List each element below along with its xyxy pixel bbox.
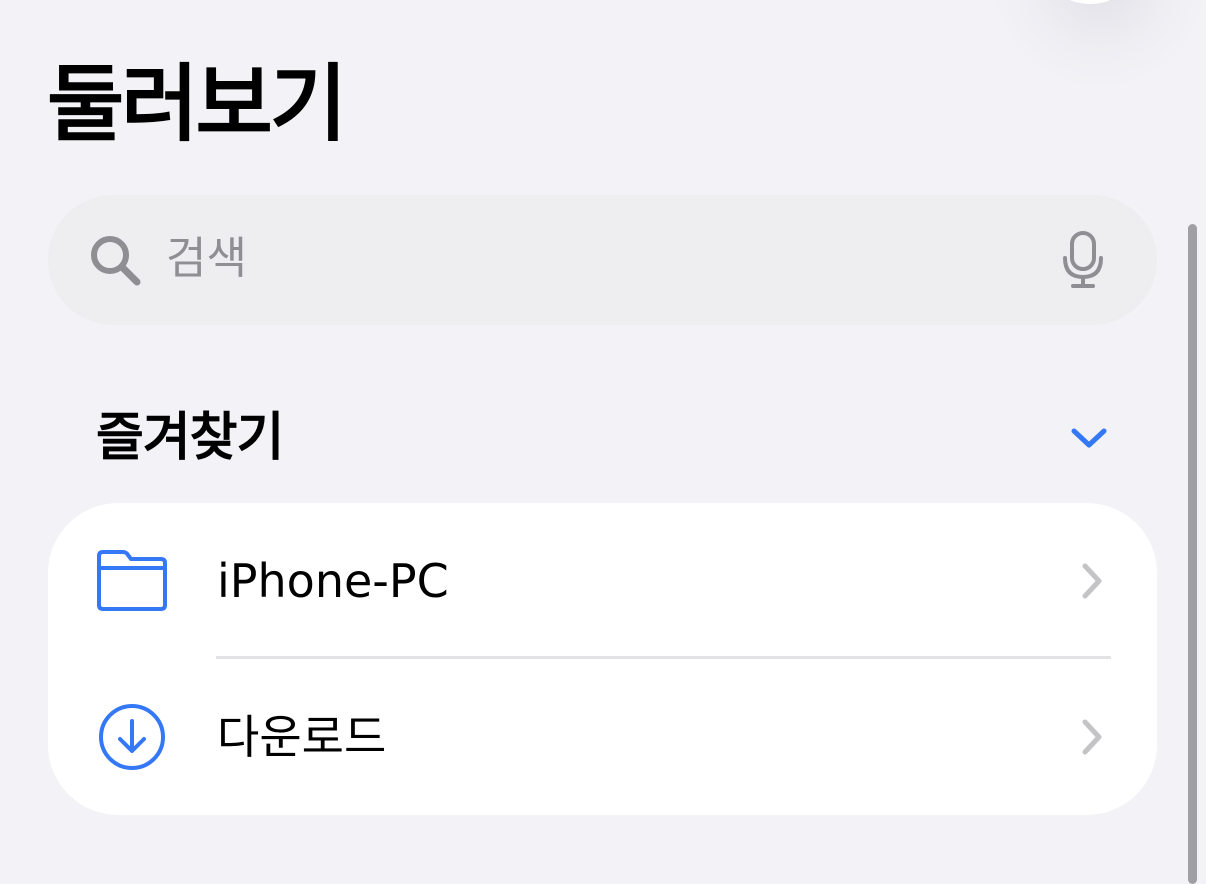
- folder-icon: [97, 550, 167, 611]
- chevron-right-icon: [1082, 563, 1102, 599]
- favorites-section-title: 즐겨찾기: [96, 408, 284, 468]
- vertical-scrollbar[interactable]: [1188, 224, 1197, 884]
- favorites-list: iPhone-PC 다운로드: [48, 503, 1157, 815]
- chevron-down-icon[interactable]: [1070, 426, 1108, 450]
- list-item-label: 다운로드: [217, 710, 387, 764]
- top-right-control-shadow: [990, 0, 1206, 90]
- list-item-label: iPhone-PC: [217, 554, 449, 608]
- search-input[interactable]: 검색: [166, 226, 247, 292]
- chevron-right-icon: [1082, 719, 1102, 755]
- favorites-section-header[interactable]: 즐겨찾기: [48, 398, 1157, 478]
- list-item-iphone-pc[interactable]: iPhone-PC: [48, 503, 1157, 659]
- microphone-icon[interactable]: [1061, 231, 1105, 289]
- list-item-downloads[interactable]: 다운로드: [48, 659, 1157, 815]
- page-title: 둘러보기: [47, 55, 347, 153]
- search-icon: [91, 236, 141, 286]
- download-circle-icon: [99, 704, 165, 770]
